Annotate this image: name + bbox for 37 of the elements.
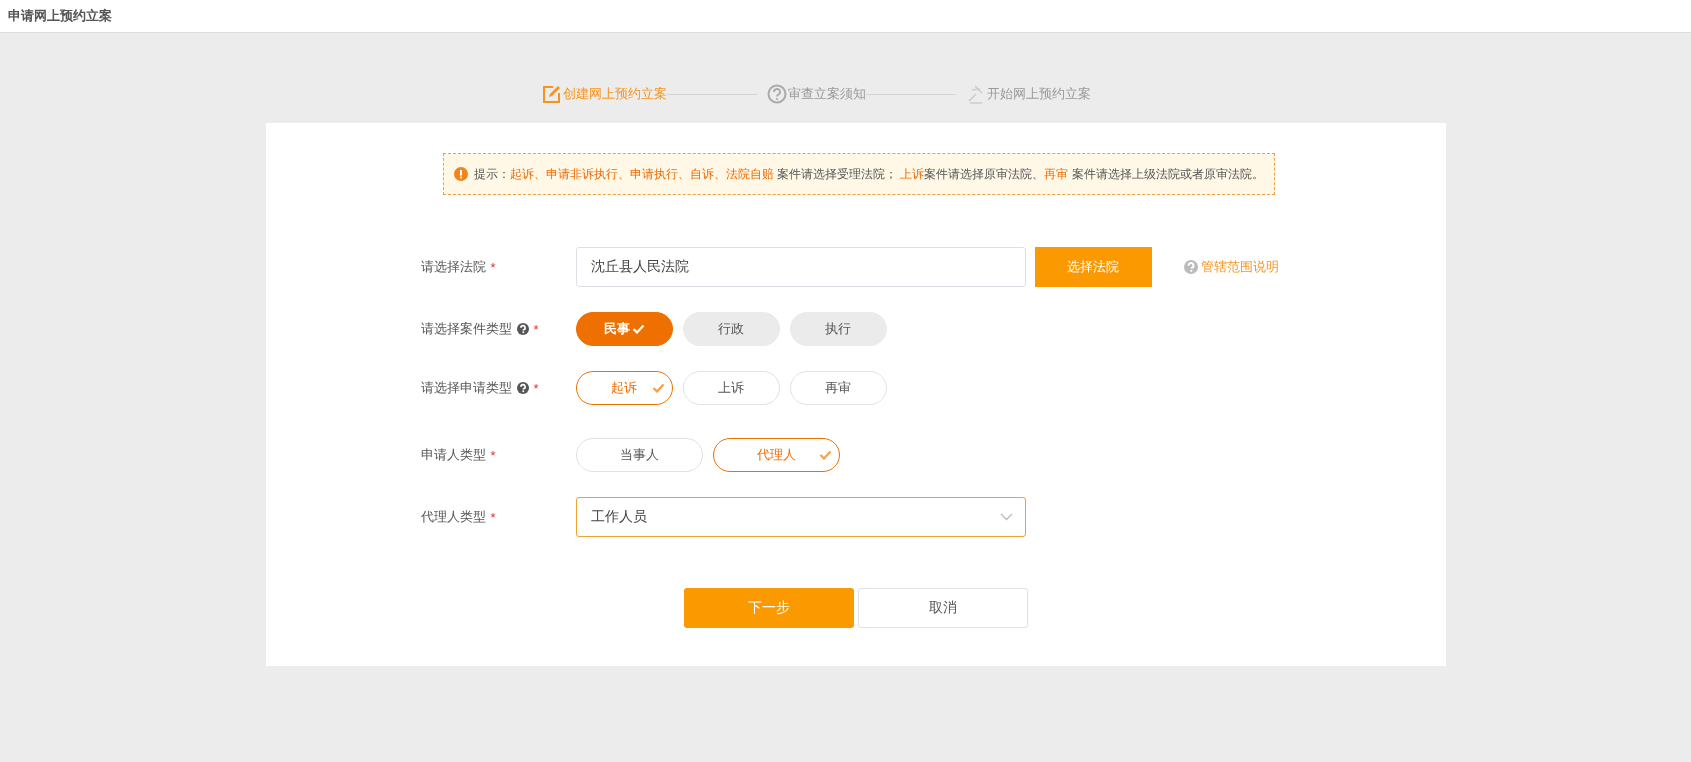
field-label: 请选择申请类型: [420, 379, 512, 397]
option-button[interactable]: 起诉: [575, 371, 673, 405]
option-button[interactable]: 当事人: [575, 438, 703, 472]
step-label[interactable]: 创建网上预约立案: [562, 85, 667, 103]
cancel-button[interactable]: 取消: [857, 588, 1028, 628]
option-button[interactable]: 再审: [789, 371, 887, 405]
check-icon: [631, 324, 645, 334]
jurisdiction-link[interactable]: 管辖范围说明: [1200, 258, 1279, 276]
required-mark: *: [490, 259, 496, 275]
question-icon: [766, 84, 787, 104]
help-icon: [1183, 260, 1198, 274]
required-mark: *: [490, 509, 496, 525]
check-icon: [818, 450, 832, 460]
field-label: 请选择案件类型: [420, 320, 512, 338]
court-field[interactable]: 沈丘县人民法院: [575, 247, 1026, 287]
agent-type-dropdown[interactable]: 工作人员: [575, 497, 1026, 537]
required-mark: *: [533, 321, 539, 337]
page-title: 申请网上预约立案: [8, 7, 112, 25]
step-label[interactable]: 开始网上预约立案: [986, 85, 1091, 103]
chevron-down-icon: [999, 513, 1013, 521]
select-court-button[interactable]: 选择法院: [1034, 247, 1152, 287]
option-button[interactable]: 上诉: [682, 371, 780, 405]
next-button[interactable]: 下一步: [683, 588, 854, 628]
check-icon: [651, 383, 665, 393]
required-mark: *: [533, 380, 539, 396]
field-label: 请选择法院: [420, 258, 486, 276]
edit-icon: [540, 84, 562, 104]
required-mark: *: [490, 447, 496, 463]
notice-text: 提示：起诉、申请非诉执行、申请执行、自诉、法院自赔 案件请选择受理法院； 上诉案件请选择原审法院、再审 案件请选择上级法院或者原审法院。: [473, 165, 1264, 183]
field-label: 代理人类型: [420, 508, 486, 526]
option-button[interactable]: 执行: [789, 312, 887, 346]
option-button[interactable]: 代理人: [712, 438, 840, 472]
step-label[interactable]: 审查立案须知: [787, 85, 866, 103]
warning-icon: [453, 167, 468, 181]
option-button[interactable]: 行政: [682, 312, 780, 346]
option-button[interactable]: 民事: [575, 312, 673, 346]
field-label: 申请人类型: [420, 446, 486, 464]
